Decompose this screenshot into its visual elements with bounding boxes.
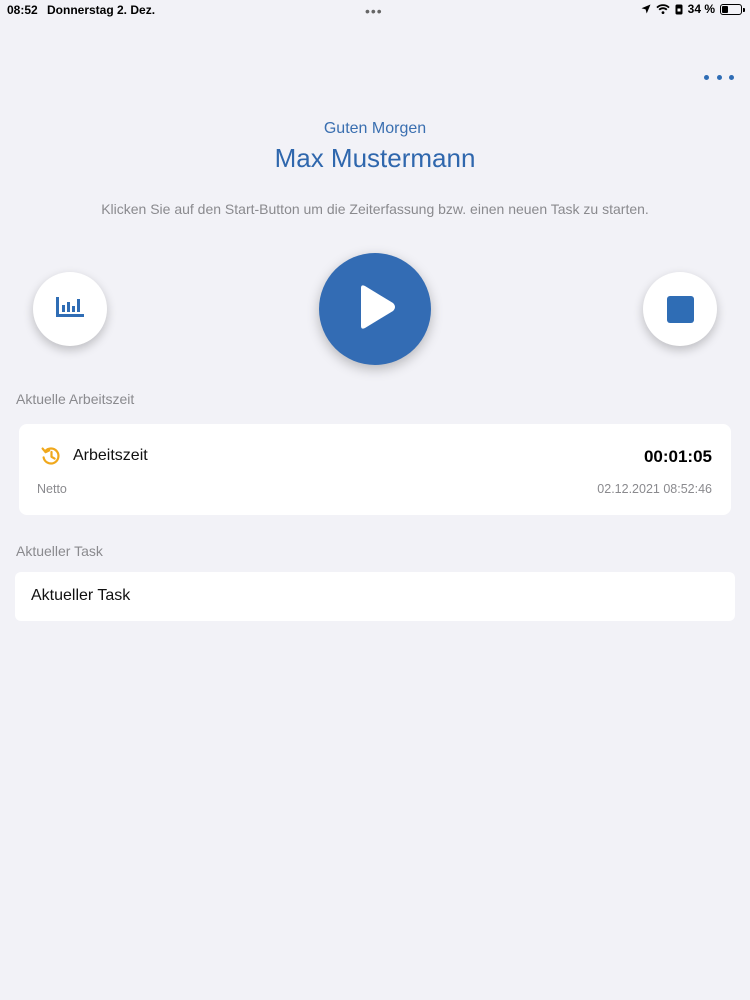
play-icon <box>353 283 397 336</box>
status-time: 08:52 <box>7 3 38 17</box>
status-date: Donnerstag 2. Dez. <box>47 3 156 17</box>
current-task-card[interactable]: Aktueller Task <box>15 572 735 621</box>
status-indicators: 34 % <box>641 2 745 16</box>
battery-percent: 34 % <box>687 2 715 16</box>
statistics-button[interactable] <box>33 272 107 346</box>
bar-chart-icon <box>54 294 86 325</box>
history-icon <box>41 446 61 471</box>
stop-button[interactable] <box>643 272 717 346</box>
user-name: Max Mustermann <box>274 143 476 173</box>
work-time-label: Arbeitszeit <box>73 447 148 464</box>
work-time-duration: 00:01:05 <box>643 447 712 466</box>
more-menu-button[interactable] <box>704 68 734 86</box>
work-time-sublabel: Netto <box>37 482 67 496</box>
current-work-section-title: Aktuelle Arbeitszeit <box>16 391 135 407</box>
current-task-section-title: Aktueller Task <box>16 543 103 559</box>
wifi-icon <box>656 4 670 14</box>
instruction-text: Klicken Sie auf den Start-Button um die … <box>101 201 649 217</box>
location-arrow-icon <box>641 4 651 14</box>
work-time-card[interactable]: Arbeitszeit 00:01:05 Netto 02.12.2021 08… <box>19 424 731 515</box>
greeting-salutation: Guten Morgen <box>323 120 427 137</box>
current-task-label: Aktueller Task <box>31 587 131 604</box>
start-button[interactable] <box>319 253 431 365</box>
work-time-timestamp: 02.12.2021 08:52:46 <box>597 482 712 496</box>
lock-rotation-icon <box>675 4 683 15</box>
battery-icon <box>720 3 745 15</box>
multitask-indicator[interactable]: ••• <box>365 4 383 18</box>
more-horizontal-icon <box>704 74 709 80</box>
stop-icon <box>666 295 694 323</box>
